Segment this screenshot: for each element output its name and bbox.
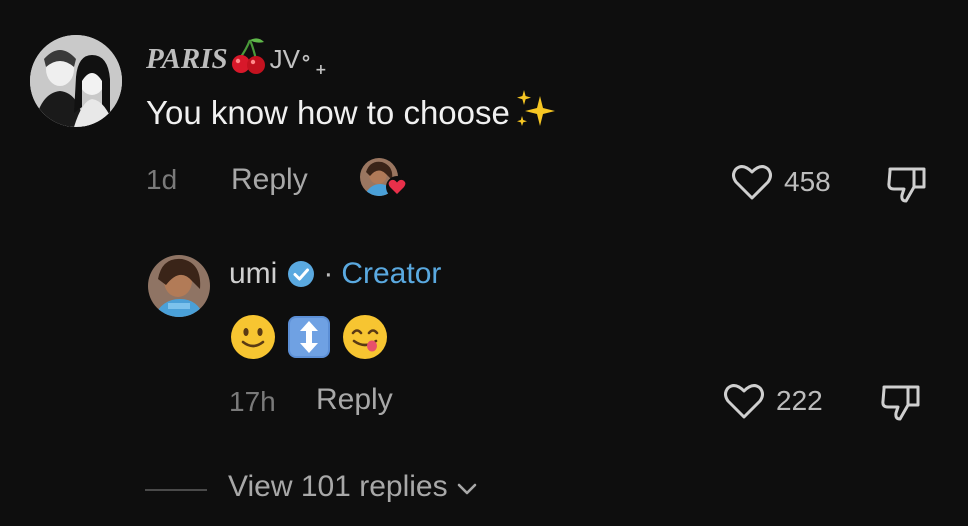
username-dot: ° (301, 51, 312, 75)
cherry-emoji-icon (230, 36, 268, 76)
slightly-smiling-face-emoji-icon (231, 315, 275, 359)
creator-avatar[interactable] (148, 255, 210, 317)
comment-timestamp: 1d (146, 164, 178, 195)
username-text: PARIS (146, 42, 228, 75)
view-replies-button[interactable]: View 101 replies (228, 470, 480, 504)
reply-header: umi · Creator (229, 257, 441, 291)
creator-label: Creator (341, 257, 442, 290)
dislike-icon[interactable] (878, 381, 922, 423)
sparkles-emoji-icon (512, 88, 558, 132)
thread-divider-line (145, 489, 207, 491)
reply-like-button[interactable]: 222 (722, 381, 823, 421)
separator-dot: · (323, 257, 334, 290)
verified-badge-icon (288, 261, 315, 287)
reply-body (229, 313, 389, 361)
chevron-down-icon (457, 483, 476, 495)
like-count: 458 (784, 166, 831, 197)
comment-text: You know how to choose (146, 94, 510, 131)
commenter-avatar[interactable] (30, 35, 122, 127)
heart-outline-icon (732, 165, 772, 200)
username-sparkle: + (315, 62, 327, 78)
commenter-username[interactable]: PARIS JV ° + (146, 38, 327, 78)
heart-badge-icon (386, 176, 408, 198)
reply-button[interactable]: Reply (231, 163, 308, 197)
reply-username[interactable]: umi (229, 257, 277, 291)
reply-like-count: 222 (776, 385, 823, 416)
reply-to-reply-button[interactable]: Reply (316, 383, 393, 417)
up-down-arrow-emoji-icon (288, 316, 330, 358)
like-button[interactable]: 458 (730, 162, 831, 202)
face-savoring-food-emoji-icon (343, 315, 387, 359)
reply-timestamp: 17h (229, 386, 276, 417)
view-replies-label: View 101 replies (228, 470, 448, 503)
heart-outline-icon (724, 384, 764, 419)
comment-body: You know how to choose (146, 90, 558, 132)
liked-by-creator-badge (360, 158, 410, 204)
dislike-icon[interactable] (884, 163, 928, 205)
username-suffix: JV (269, 43, 301, 74)
comment-thread: PARIS JV ° + You know how to choose 1d R… (0, 0, 968, 526)
